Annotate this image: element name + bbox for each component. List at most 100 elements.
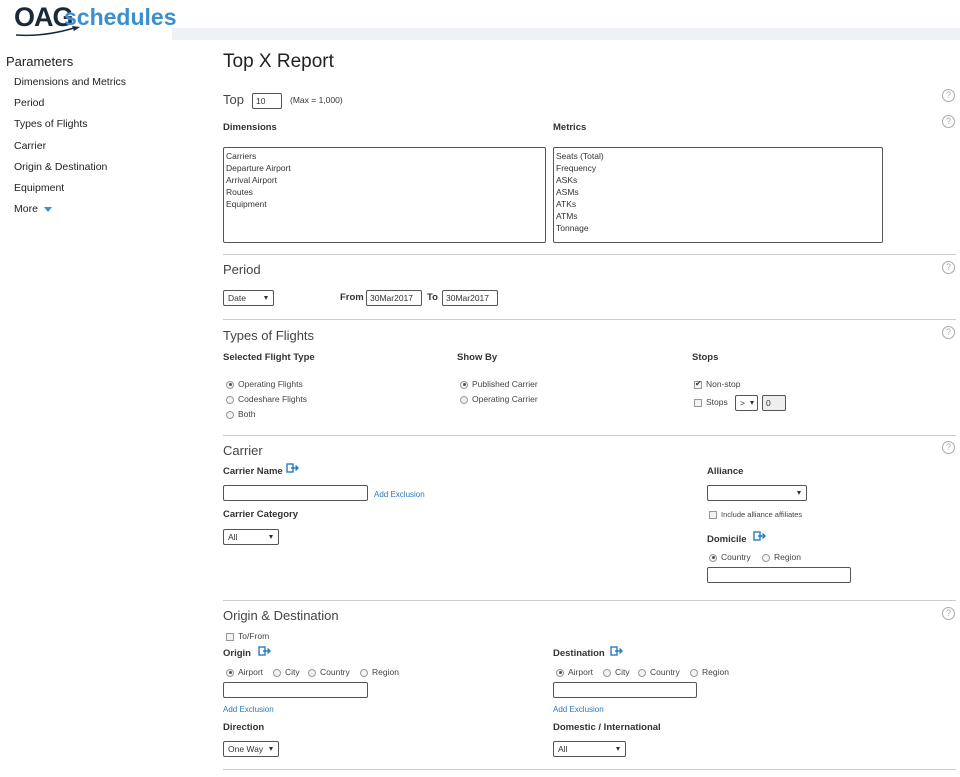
sidebar-item-origin-destination[interactable]: Origin & Destination — [14, 161, 196, 182]
top-count-input[interactable] — [252, 93, 282, 109]
direction-select[interactable]: One Way — [223, 741, 279, 757]
carrier-section-title: Carrier — [223, 443, 263, 458]
option-label: Country — [721, 552, 751, 562]
sidebar-item-period[interactable]: Period — [14, 97, 196, 118]
sidebar-item-equipment[interactable]: Equipment — [14, 182, 196, 203]
help-icon[interactable]: ? — [942, 115, 955, 128]
option-label: Region — [774, 552, 801, 562]
alliance-select[interactable] — [707, 485, 807, 501]
import-list-icon[interactable] — [258, 646, 272, 656]
option-label: Region — [702, 667, 729, 677]
domicile-input[interactable] — [707, 567, 851, 583]
radio-icon — [690, 668, 698, 677]
list-item[interactable]: ASKs — [556, 174, 880, 186]
radio-destination-region[interactable]: Region — [690, 667, 729, 677]
section-divider — [223, 254, 956, 255]
dimensions-listbox[interactable]: Carriers Departure Airport Arrival Airpo… — [223, 147, 546, 243]
period-to-label: To — [427, 292, 438, 303]
period-from-label: From — [340, 292, 364, 303]
list-item[interactable]: Arrival Airport — [226, 174, 543, 186]
option-label: Both — [238, 409, 256, 419]
import-list-icon[interactable] — [610, 646, 624, 656]
destination-input[interactable] — [553, 682, 697, 698]
list-item[interactable]: Carriers — [226, 150, 543, 162]
caret-down-icon — [43, 206, 52, 212]
top-label: Top — [223, 92, 244, 107]
list-item[interactable]: Frequency — [556, 162, 880, 174]
radio-published-carrier[interactable]: Published Carrier — [460, 379, 538, 389]
list-item[interactable]: ASMs — [556, 186, 880, 198]
radio-operating-flights[interactable]: Operating Flights — [226, 379, 303, 389]
sidebar-item-more[interactable]: More — [14, 203, 196, 224]
checkbox-to-from[interactable]: To/From — [226, 631, 269, 641]
origin-add-exclusion-link[interactable]: Add Exclusion — [223, 705, 274, 714]
sidebar-item-types-of-flights[interactable]: Types of Flights — [14, 118, 196, 139]
radio-domicile-region[interactable]: Region — [762, 552, 801, 562]
radio-codeshare-flights[interactable]: Codeshare Flights — [226, 394, 307, 404]
help-icon[interactable]: ? — [942, 326, 955, 339]
sidebar-item-dimensions-metrics[interactable]: Dimensions and Metrics — [14, 76, 196, 97]
option-label: Region — [372, 667, 399, 677]
list-item[interactable]: Equipment — [226, 198, 543, 210]
radio-selected-icon — [226, 668, 234, 677]
import-list-icon[interactable] — [753, 531, 767, 541]
origin-label: Origin — [223, 648, 251, 659]
radio-icon — [226, 410, 234, 419]
logo-plane-swoosh-icon — [15, 26, 80, 37]
checkbox-icon — [226, 632, 234, 641]
radio-destination-airport[interactable]: Airport — [556, 667, 593, 677]
checkbox-include-alliance-affiliates[interactable]: Include alliance affiliates — [709, 510, 802, 520]
checkbox-nonstop[interactable]: Non-stop — [694, 379, 741, 389]
carrier-name-input[interactable] — [223, 485, 368, 501]
option-label: Published Carrier — [472, 379, 538, 389]
sidebar-item-carrier[interactable]: Carrier — [14, 140, 196, 161]
checkbox-stops[interactable]: Stops — [694, 397, 728, 407]
origin-input[interactable] — [223, 682, 368, 698]
domestic-international-select[interactable]: All — [553, 741, 626, 757]
radio-destination-country[interactable]: Country — [638, 667, 680, 677]
radio-icon — [762, 553, 770, 562]
radio-both[interactable]: Both — [226, 409, 256, 419]
option-label: Non-stop — [706, 379, 741, 389]
option-label: Stops — [706, 397, 728, 407]
stops-count-input[interactable] — [762, 395, 786, 411]
list-item[interactable]: Tonnage — [556, 222, 880, 234]
option-label: Codeshare Flights — [238, 394, 307, 404]
radio-icon — [460, 395, 468, 404]
period-type-select[interactable]: Date — [223, 290, 274, 306]
period-to-input[interactable] — [442, 290, 498, 306]
period-from-input[interactable] — [366, 290, 422, 306]
metrics-label: Metrics — [553, 122, 587, 133]
radio-operating-carrier[interactable]: Operating Carrier — [460, 394, 538, 404]
radio-icon — [603, 668, 611, 677]
list-item[interactable]: Departure Airport — [226, 162, 543, 174]
radio-origin-airport[interactable]: Airport — [226, 667, 263, 677]
oag-schedules-logo[interactable]: OAG schedules — [14, 2, 184, 38]
list-item[interactable]: Seats (Total) — [556, 150, 880, 162]
metrics-listbox[interactable]: Seats (Total) Frequency ASKs ASMs ATKs A… — [553, 147, 883, 243]
carrier-category-select[interactable]: All — [223, 529, 279, 545]
radio-destination-city[interactable]: City — [603, 667, 630, 677]
help-icon[interactable]: ? — [942, 441, 955, 454]
radio-origin-country[interactable]: Country — [308, 667, 350, 677]
radio-origin-city[interactable]: City — [273, 667, 300, 677]
radio-origin-region[interactable]: Region — [360, 667, 399, 677]
stops-operator-select[interactable]: > — [735, 395, 758, 411]
option-label: Country — [320, 667, 350, 677]
section-divider — [223, 319, 956, 320]
help-icon[interactable]: ? — [942, 607, 955, 620]
list-item[interactable]: ATMs — [556, 210, 880, 222]
carrier-category-label: Carrier Category — [223, 509, 298, 520]
list-item[interactable]: ATKs — [556, 198, 880, 210]
import-list-icon[interactable] — [286, 463, 300, 473]
stops-operator-value: > — [740, 398, 745, 408]
stops-label: Stops — [692, 352, 719, 363]
show-by-label: Show By — [457, 352, 498, 363]
carrier-add-exclusion-link[interactable]: Add Exclusion — [374, 490, 425, 499]
help-icon[interactable]: ? — [942, 89, 955, 102]
radio-domicile-country[interactable]: Country — [709, 552, 751, 562]
chevron-down-icon — [797, 491, 801, 495]
list-item[interactable]: Routes — [226, 186, 543, 198]
destination-add-exclusion-link[interactable]: Add Exclusion — [553, 705, 604, 714]
help-icon[interactable]: ? — [942, 261, 955, 274]
